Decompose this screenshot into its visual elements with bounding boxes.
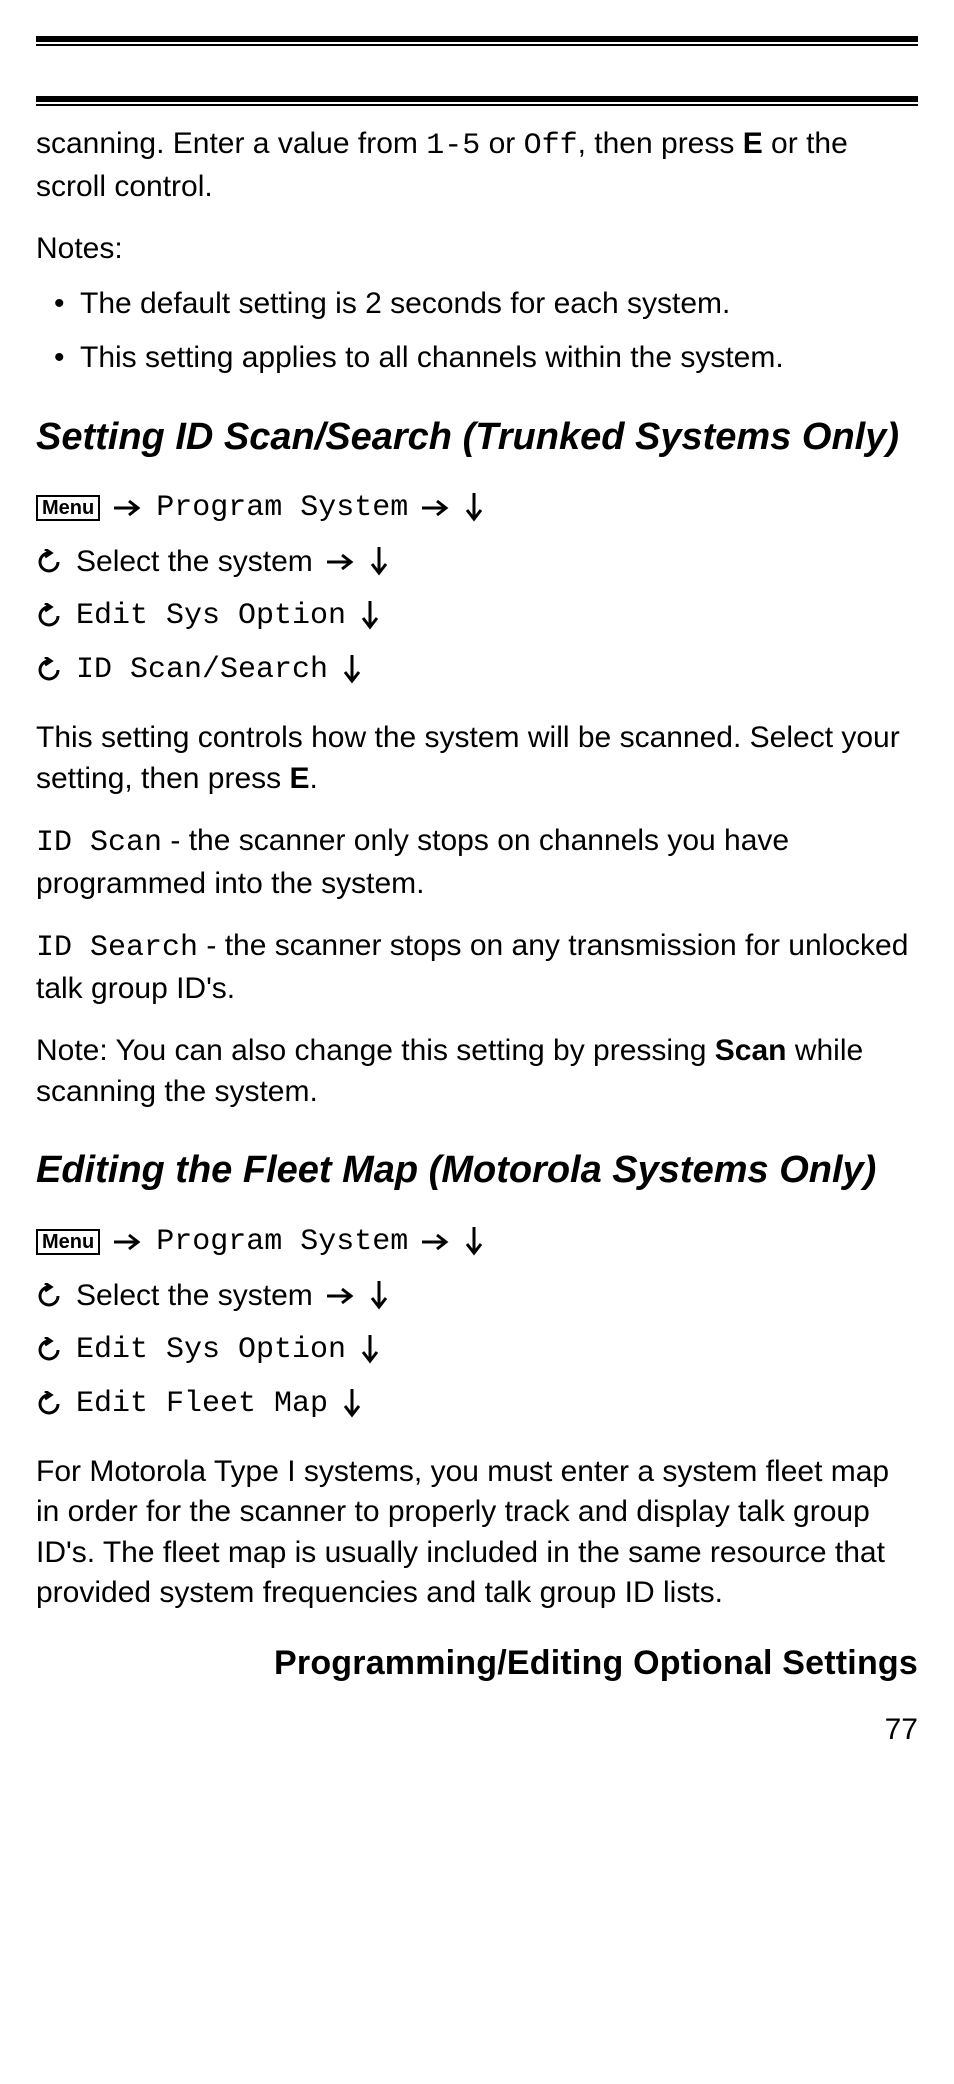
arrow-right-icon bbox=[114, 498, 142, 518]
text: or bbox=[480, 127, 523, 160]
nav-label: Edit Fleet Map bbox=[76, 1380, 328, 1428]
arrow-right-icon bbox=[422, 1232, 450, 1252]
nav-label: Edit Sys Option bbox=[76, 1326, 346, 1374]
arrow-down-icon bbox=[464, 1227, 484, 1257]
rule-thick bbox=[36, 36, 918, 42]
text: scanning. Enter a value from bbox=[36, 127, 426, 160]
text: , then press bbox=[578, 127, 743, 160]
key-e: E bbox=[289, 762, 309, 795]
mid-rule-group bbox=[36, 96, 918, 106]
nav-label: Program System bbox=[156, 1218, 408, 1266]
nav-label: Program System bbox=[156, 484, 408, 532]
nav-label: Edit Sys Option bbox=[76, 592, 346, 640]
arrow-down-icon bbox=[342, 1389, 362, 1419]
scroll-icon bbox=[36, 1283, 62, 1309]
arrow-right-icon bbox=[422, 498, 450, 518]
body-paragraph: This setting controls how the system wil… bbox=[36, 718, 918, 799]
nav-sequence: Menu Program System Select the system bbox=[36, 484, 918, 694]
value-range: 1-5 bbox=[426, 129, 480, 163]
scroll-icon bbox=[36, 1391, 62, 1417]
section-heading-id-scan: Setting ID Scan/Search (Trunked Systems … bbox=[36, 415, 918, 461]
nav-row: ID Scan/Search bbox=[36, 646, 918, 694]
arrow-right-icon bbox=[114, 1232, 142, 1252]
arrow-right-icon bbox=[327, 552, 355, 572]
top-rule-group bbox=[36, 36, 918, 46]
nav-row: Menu Program System bbox=[36, 1218, 918, 1266]
key-scan: Scan bbox=[715, 1034, 787, 1067]
scroll-icon bbox=[36, 549, 62, 575]
arrow-down-icon bbox=[464, 493, 484, 523]
nav-row: Edit Sys Option bbox=[36, 1326, 918, 1374]
nav-row: Edit Fleet Map bbox=[36, 1380, 918, 1428]
arrow-down-icon bbox=[360, 1335, 380, 1365]
nav-row: Menu Program System bbox=[36, 484, 918, 532]
value-off: Off bbox=[524, 129, 578, 163]
list-item: The default setting is 2 seconds for eac… bbox=[36, 284, 918, 325]
section-heading-fleet-map: Editing the Fleet Map (Motorola Systems … bbox=[36, 1148, 918, 1194]
body-paragraph: For Motorola Type I systems, you must en… bbox=[36, 1452, 918, 1614]
rule-thin bbox=[36, 104, 918, 106]
footer-heading: Programming/Editing Optional Settings bbox=[36, 1644, 918, 1683]
arrow-down-icon bbox=[342, 655, 362, 685]
notes-label: Notes: bbox=[36, 229, 918, 270]
arrow-right-icon bbox=[327, 1286, 355, 1306]
text: Note: You can also change this setting b… bbox=[36, 1034, 715, 1067]
text: This setting controls how the system wil… bbox=[36, 721, 900, 795]
arrow-down-icon bbox=[369, 1281, 389, 1311]
page-number: 77 bbox=[36, 1713, 918, 1747]
scroll-icon bbox=[36, 657, 62, 683]
nav-label: Select the system bbox=[76, 538, 313, 586]
term: ID Search bbox=[36, 931, 198, 965]
nav-row: Select the system bbox=[36, 1272, 918, 1320]
nav-row: Edit Sys Option bbox=[36, 592, 918, 640]
menu-key: Menu bbox=[36, 495, 100, 521]
list-item: This setting applies to all channels wit… bbox=[36, 338, 918, 379]
scroll-icon bbox=[36, 1337, 62, 1363]
page: scanning. Enter a value from 1-5 or Off,… bbox=[0, 0, 954, 1777]
nav-row: Select the system bbox=[36, 538, 918, 586]
body-paragraph: Note: You can also change this setting b… bbox=[36, 1031, 918, 1112]
intro-paragraph: scanning. Enter a value from 1-5 or Off,… bbox=[36, 124, 918, 207]
term: ID Scan bbox=[36, 826, 162, 860]
menu-key: Menu bbox=[36, 1229, 100, 1255]
nav-sequence: Menu Program System Select the system bbox=[36, 1218, 918, 1428]
rule-thick bbox=[36, 96, 918, 102]
notes-list: The default setting is 2 seconds for eac… bbox=[36, 284, 918, 379]
body-paragraph: ID Search - the scanner stops on any tra… bbox=[36, 926, 918, 1009]
rule-thin bbox=[36, 44, 918, 46]
key-e: E bbox=[743, 127, 763, 160]
nav-label: Select the system bbox=[76, 1272, 313, 1320]
body-paragraph: ID Scan - the scanner only stops on chan… bbox=[36, 821, 918, 904]
arrow-down-icon bbox=[360, 601, 380, 631]
arrow-down-icon bbox=[369, 547, 389, 577]
nav-label: ID Scan/Search bbox=[76, 646, 328, 694]
scroll-icon bbox=[36, 603, 62, 629]
text: . bbox=[310, 762, 318, 795]
